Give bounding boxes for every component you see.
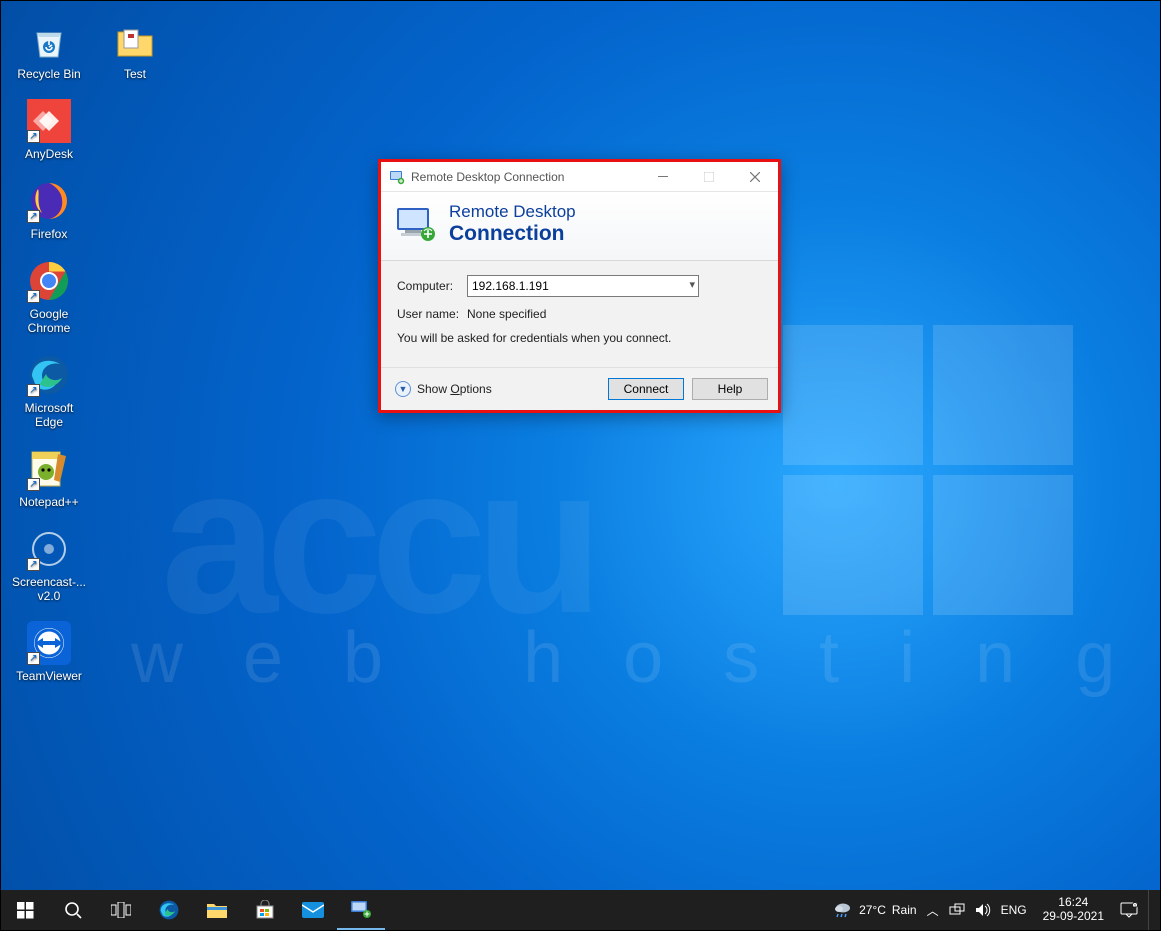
desktop-icon-label: AnyDesk <box>25 147 73 161</box>
taskbar-rdc[interactable] <box>337 890 385 930</box>
remote-desktop-dialog: Remote Desktop Connection Remote Deskto <box>378 159 781 413</box>
tray-language[interactable]: ENG <box>1001 903 1027 917</box>
task-view-button[interactable] <box>97 890 145 930</box>
banner-line2: Connection <box>449 222 576 246</box>
system-tray: 27°C Rain ︿ ENG 16:24 29-09-2021 1 <box>827 890 1160 930</box>
shortcut-arrow-icon: ↗ <box>27 384 40 397</box>
minimize-button[interactable] <box>640 162 686 192</box>
desktop-icon-column-1: Recycle Bin ↗ AnyDesk ↗ Firefox <box>9 19 89 701</box>
rdc-banner-icon <box>395 204 435 244</box>
weather-temp: 27°C <box>859 903 886 917</box>
chevron-down-circle-icon: ▼ <box>395 381 411 397</box>
tray-action-center-icon[interactable]: 1 <box>1120 902 1138 918</box>
credentials-note: You will be asked for credentials when y… <box>397 331 762 345</box>
tray-date: 29-09-2021 <box>1043 910 1104 924</box>
edge-icon: ↗ <box>27 353 71 397</box>
username-value: None specified <box>467 307 546 321</box>
taskbar: 27°C Rain ︿ ENG 16:24 29-09-2021 1 <box>1 890 1160 930</box>
wallpaper-windows-logo <box>783 325 1083 625</box>
desktop-icon-recycle-bin[interactable]: Recycle Bin <box>9 19 89 81</box>
weather-icon <box>833 901 853 919</box>
desktop-icon-label: Recycle Bin <box>17 67 80 81</box>
username-label: User name: <box>397 307 467 321</box>
teamviewer-icon: ↗ <box>27 621 71 665</box>
maximize-button <box>686 162 732 192</box>
help-button[interactable]: Help <box>692 378 768 400</box>
desktop-icon-label: Firefox <box>31 227 68 241</box>
computer-input[interactable] <box>467 275 699 297</box>
tray-weather[interactable]: 27°C Rain <box>833 901 917 919</box>
shortcut-arrow-icon: ↗ <box>27 652 40 665</box>
computer-label: Computer: <box>397 279 467 293</box>
desktop-icon-chrome[interactable]: ↗ Google Chrome <box>9 259 89 335</box>
banner-line1: Remote Desktop <box>449 202 576 222</box>
desktop-icon-screencast[interactable]: ↗ Screencast-... v2.0 <box>9 527 89 603</box>
firefox-icon: ↗ <box>27 179 71 223</box>
chrome-icon: ↗ <box>27 259 71 303</box>
desktop-icon-label: Test <box>124 67 146 81</box>
anydesk-icon: ↗ <box>27 99 71 143</box>
start-button[interactable] <box>1 890 49 930</box>
dialog-title: Remote Desktop Connection <box>411 170 564 184</box>
tray-time: 16:24 <box>1043 896 1104 910</box>
weather-cond: Rain <box>892 903 917 917</box>
shortcut-arrow-icon: ↗ <box>27 130 40 143</box>
show-options-toggle[interactable]: ▼ Show Options <box>395 381 492 397</box>
folder-icon <box>113 19 157 63</box>
shortcut-arrow-icon: ↗ <box>27 210 40 223</box>
taskbar-edge[interactable] <box>145 890 193 930</box>
desktop-icon-edge[interactable]: ↗ Microsoft Edge <box>9 353 89 429</box>
screencast-icon: ↗ <box>27 527 71 571</box>
shortcut-arrow-icon: ↗ <box>27 478 40 491</box>
desktop-icon-anydesk[interactable]: ↗ AnyDesk <box>9 99 89 161</box>
desktop-icon-notepadpp[interactable]: ↗ Notepad++ <box>9 447 89 509</box>
taskbar-mail[interactable] <box>289 890 337 930</box>
shortcut-arrow-icon: ↗ <box>27 558 40 571</box>
desktop-icon-teamviewer[interactable]: ↗ TeamViewer <box>9 621 89 683</box>
desktop-icon-label: Screencast-... v2.0 <box>9 575 89 603</box>
dialog-banner: Remote Desktop Connection <box>381 192 778 261</box>
desktop-icon-firefox[interactable]: ↗ Firefox <box>9 179 89 241</box>
desktop-icon-label: Microsoft Edge <box>9 401 89 429</box>
dialog-footer: ▼ Show Options Connect Help <box>381 367 778 410</box>
connect-button[interactable]: Connect <box>608 378 684 400</box>
tray-volume-icon[interactable] <box>975 903 991 917</box>
taskbar-store[interactable] <box>241 890 289 930</box>
dialog-titlebar[interactable]: Remote Desktop Connection <box>381 162 778 192</box>
dialog-body: Computer: ▾ User name: None specified Yo… <box>381 261 778 367</box>
show-desktop-sliver[interactable] <box>1148 890 1154 930</box>
tray-clock[interactable]: 16:24 29-09-2021 <box>1037 896 1110 924</box>
show-options-label: Show Options <box>417 382 492 396</box>
notepadpp-icon: ↗ <box>27 447 71 491</box>
tray-overflow-chevron[interactable]: ︿ <box>927 902 939 919</box>
desktop-icon-label: Google Chrome <box>9 307 89 335</box>
tray-network-icon[interactable] <box>949 903 965 917</box>
close-button[interactable] <box>732 162 778 192</box>
shortcut-arrow-icon: ↗ <box>27 290 40 303</box>
desktop-icon-label: TeamViewer <box>16 669 82 683</box>
search-button[interactable] <box>49 890 97 930</box>
watermark-webhosting: web hosting <box>131 617 1161 699</box>
desktop-icon-test-folder[interactable]: Test <box>95 19 175 81</box>
taskbar-explorer[interactable] <box>193 890 241 930</box>
recycle-bin-icon <box>27 19 71 63</box>
rdc-titlebar-icon <box>389 169 405 185</box>
desktop-icon-label: Notepad++ <box>19 495 78 509</box>
desktop-icon-column-2: Test <box>95 19 175 99</box>
